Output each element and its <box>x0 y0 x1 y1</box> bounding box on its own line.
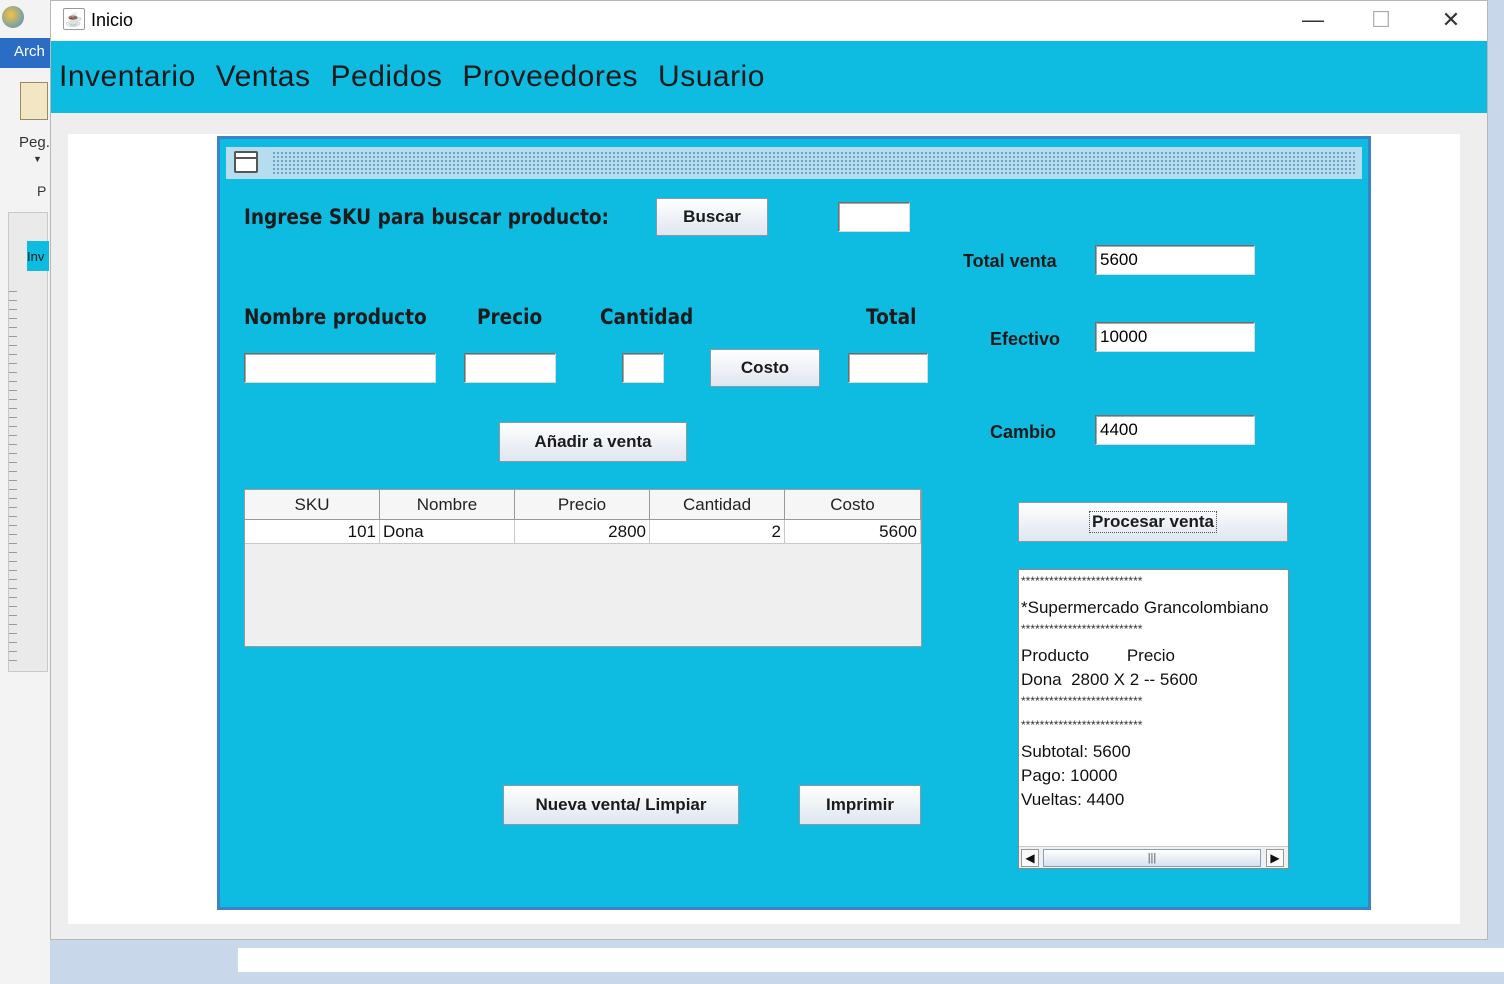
scrollbar-thumb[interactable]: ||| <box>1043 849 1261 867</box>
total-label: Total <box>866 305 917 329</box>
process-sale-button[interactable]: Procesar venta <box>1018 502 1288 542</box>
doc-tab[interactable]: Inv <box>27 241 49 271</box>
menu-usuario[interactable]: Usuario <box>658 60 765 94</box>
close-button[interactable]: ✕ <box>1421 1 1481 41</box>
process-sale-label: Procesar venta <box>1089 511 1217 533</box>
table-row[interactable]: 101 Dona 2800 2 5600 <box>245 520 921 544</box>
table-cell-cantidad[interactable]: 2 <box>650 520 785 544</box>
cost-button[interactable]: Costo <box>710 349 820 387</box>
sales-table[interactable]: SKU Nombre Precio Cantidad Costo 101 Don… <box>244 489 922 647</box>
search-button[interactable]: Buscar <box>656 198 768 236</box>
receipt-separator: ************************** <box>1021 694 1143 708</box>
column-header-costo[interactable]: Costo <box>785 490 921 520</box>
change-label: Cambio <box>990 422 1057 442</box>
background-strip <box>238 948 1504 972</box>
price-label: Precio <box>477 305 543 329</box>
column-header-nombre[interactable]: Nombre <box>380 490 515 520</box>
menu-bar: Inventario Ventas Pedidos Proveedores Us… <box>51 41 1487 113</box>
price-input[interactable] <box>464 353 556 383</box>
menu-proveedores[interactable]: Proveedores <box>462 60 638 94</box>
java-icon: ☕ <box>63 8 85 30</box>
receipt-payment: Pago: 10000 <box>1021 766 1118 785</box>
total-sale-label: Total venta <box>963 251 1057 271</box>
main-window: ☕ Inicio — ☐ ✕ Inventario Ventas Pedidos… <box>50 0 1488 940</box>
menu-pedidos[interactable]: Pedidos <box>331 60 443 94</box>
receipt-separator: ************************** <box>1021 622 1143 636</box>
receipt-textarea[interactable]: ************************** *Supermercado… <box>1018 569 1289 869</box>
table-cell-sku[interactable]: 101 <box>245 520 380 544</box>
frame-window-icon <box>234 151 258 173</box>
chevron-down-icon[interactable]: ▼ <box>33 154 42 164</box>
background-app-window: Arch Peg. ▼ P Inv <box>0 0 50 984</box>
add-to-sale-button[interactable]: Añadir a venta <box>499 422 687 462</box>
print-button[interactable]: Imprimir <box>799 785 921 825</box>
receipt-subtotal: Subtotal: 5600 <box>1021 742 1131 761</box>
receipt-header: Producto Precio <box>1021 646 1176 665</box>
cash-label: Efectivo <box>990 329 1061 349</box>
menu-ventas[interactable]: Ventas <box>216 60 311 94</box>
frame-titlebar-texture <box>272 151 1356 175</box>
total-input[interactable] <box>848 353 928 383</box>
receipt-store-name: *Supermercado Grancolombiano <box>1021 598 1269 617</box>
quantity-label: Cantidad <box>600 305 694 329</box>
table-cell-costo[interactable]: 5600 <box>785 520 921 544</box>
doc-tab-label: Inv <box>27 249 45 264</box>
receipt-separator: ************************** <box>1021 718 1143 732</box>
receipt-horizontal-scrollbar[interactable]: ◀ ||| ▶ <box>1019 846 1288 868</box>
title-bar: ☕ Inicio — ☐ ✕ <box>51 1 1487 41</box>
scroll-right-icon[interactable]: ▶ <box>1266 849 1284 867</box>
column-header-sku[interactable]: SKU <box>245 490 380 520</box>
minimize-button[interactable]: — <box>1283 1 1343 41</box>
background-document-thumbnail: Inv <box>8 212 49 672</box>
internal-frame-titlebar[interactable] <box>226 147 1362 179</box>
quantity-input[interactable] <box>622 353 664 383</box>
receipt-item-line: Dona 2800 X 2 -- 5600 <box>1021 670 1198 689</box>
new-sale-button[interactable]: Nueva venta/ Limpiar <box>503 785 739 825</box>
total-sale-input[interactable] <box>1095 245 1255 275</box>
receipt-separator: ************************** <box>1021 574 1143 588</box>
scroll-left-icon[interactable]: ◀ <box>1021 849 1039 867</box>
maximize-button[interactable]: ☐ <box>1351 1 1411 41</box>
doc-ruler <box>9 283 17 663</box>
sku-input[interactable] <box>838 202 910 232</box>
paste-label: Peg. <box>19 134 50 151</box>
cash-input[interactable] <box>1095 322 1255 352</box>
sku-label: Ingrese SKU para buscar producto: <box>244 205 609 229</box>
change-input[interactable] <box>1095 415 1255 445</box>
sales-internal-frame: Ingrese SKU para buscar producto: Buscar… <box>217 136 1371 910</box>
product-name-input[interactable] <box>244 353 436 383</box>
clipboard-group-label: P <box>37 183 47 199</box>
product-name-label: Nombre producto <box>244 305 427 329</box>
receipt-change: Vueltas: 4400 <box>1021 790 1125 809</box>
paste-icon[interactable] <box>20 82 48 120</box>
background-app-icon <box>2 6 24 28</box>
column-header-cantidad[interactable]: Cantidad <box>650 490 785 520</box>
window-title: Inicio <box>91 10 134 30</box>
menu-inventario[interactable]: Inventario <box>59 60 196 94</box>
column-header-precio[interactable]: Precio <box>515 490 650 520</box>
ribbon-tab-label: Arch <box>14 43 45 60</box>
background-ribbon-tab[interactable]: Arch <box>0 38 50 68</box>
table-cell-precio[interactable]: 2800 <box>515 520 650 544</box>
table-cell-nombre[interactable]: Dona <box>380 520 515 544</box>
